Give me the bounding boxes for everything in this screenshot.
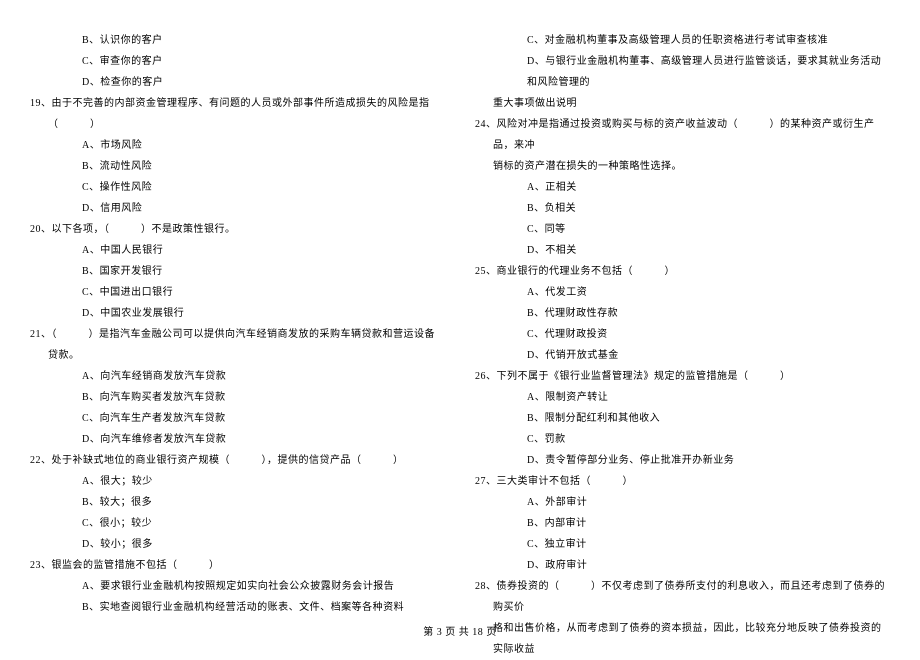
- q25-option-b: B、代理财政性存款: [475, 303, 890, 324]
- q18-option-b: B、认识你的客户: [30, 30, 445, 51]
- q26-text: 26、下列不属于《银行业监督管理法》规定的监管措施是（ ）: [475, 366, 890, 387]
- q22-option-c: C、很小；较少: [30, 513, 445, 534]
- q24-option-d: D、不相关: [475, 240, 890, 261]
- left-column: B、认识你的客户 C、审查你的客户 D、检查你的客户 19、由于不完善的内部资金…: [30, 30, 445, 620]
- q27-option-b: B、内部审计: [475, 513, 890, 534]
- q25-text: 25、商业银行的代理业务不包括（ ）: [475, 261, 890, 282]
- q21-option-a: A、向汽车经销商发放汽车贷款: [30, 366, 445, 387]
- q22-option-d: D、较小；很多: [30, 534, 445, 555]
- q23-option-a: A、要求银行业金融机构按照规定如实向社会公众披露财务会计报告: [30, 576, 445, 597]
- q22-option-a: A、很大；较少: [30, 471, 445, 492]
- q19-option-c: C、操作性风险: [30, 177, 445, 198]
- page-footer: 第 3 页 共 18 页: [0, 623, 920, 638]
- q23-option-d: D、与银行业金融机构董事、高级管理人员进行监管谈话，要求其就业务活动和风险管理的: [475, 51, 890, 93]
- q24-text: 24、风险对冲是指通过投资或购买与标的资产收益波动（ ）的某种资产或衍生产品，来…: [475, 114, 890, 156]
- q22-text: 22、处于补缺式地位的商业银行资产规模（ ），提供的信贷产品（ ）: [30, 450, 445, 471]
- q18-option-d: D、检查你的客户: [30, 72, 445, 93]
- q27-option-d: D、政府审计: [475, 555, 890, 576]
- q27-option-c: C、独立审计: [475, 534, 890, 555]
- q23-text: 23、银监会的监管措施不包括（ ）: [30, 555, 445, 576]
- q20-option-d: D、中国农业发展银行: [30, 303, 445, 324]
- q23-option-b: B、实地查阅银行业金融机构经营活动的账表、文件、档案等各种资料: [30, 597, 445, 618]
- q23-option-c: C、对金融机构董事及高级管理人员的任职资格进行考试审查核准: [475, 30, 890, 51]
- q26-option-c: C、罚款: [475, 429, 890, 450]
- right-column: C、对金融机构董事及高级管理人员的任职资格进行考试审查核准 D、与银行业金融机构…: [475, 30, 890, 620]
- q25-option-d: D、代销开放式基金: [475, 345, 890, 366]
- q19-option-a: A、市场风险: [30, 135, 445, 156]
- q21-option-d: D、向汽车维修者发放汽车贷款: [30, 429, 445, 450]
- q24-cont: 销标的资产潜在损失的一种策略性选择。: [475, 156, 890, 177]
- q22-option-b: B、较大；很多: [30, 492, 445, 513]
- q19-option-d: D、信用风险: [30, 198, 445, 219]
- q26-option-d: D、责令暂停部分业务、停止批准开办新业务: [475, 450, 890, 471]
- q27-option-a: A、外部审计: [475, 492, 890, 513]
- q20-option-a: A、中国人民银行: [30, 240, 445, 261]
- q27-text: 27、三大类审计不包括（ ）: [475, 471, 890, 492]
- q20-option-b: B、国家开发银行: [30, 261, 445, 282]
- q24-option-a: A、正相关: [475, 177, 890, 198]
- q21-text: 21、（ ）是指汽车金融公司可以提供向汽车经销商发放的采购车辆贷款和营运设备贷款…: [30, 324, 445, 366]
- q26-option-a: A、限制资产转让: [475, 387, 890, 408]
- q28-text: 28、债券投资的（ ）不仅考虑到了债券所支付的利息收入，而且还考虑到了债券的购买…: [475, 576, 890, 618]
- q25-option-c: C、代理财政投资: [475, 324, 890, 345]
- q23-cont: 重大事项做出说明: [475, 93, 890, 114]
- q20-text: 20、以下各项，（ ）不是政策性银行。: [30, 219, 445, 240]
- q21-option-c: C、向汽车生产者发放汽车贷款: [30, 408, 445, 429]
- q26-option-b: B、限制分配红利和其他收入: [475, 408, 890, 429]
- q18-option-c: C、审查你的客户: [30, 51, 445, 72]
- q24-option-c: C、同等: [475, 219, 890, 240]
- q20-option-c: C、中国进出口银行: [30, 282, 445, 303]
- q19-text: 19、由于不完善的内部资金管理程序、有问题的人员或外部事件所造成损失的风险是指（…: [30, 93, 445, 135]
- q21-option-b: B、向汽车购买者发放汽车贷款: [30, 387, 445, 408]
- q25-option-a: A、代发工资: [475, 282, 890, 303]
- q19-option-b: B、流动性风险: [30, 156, 445, 177]
- q24-option-b: B、负相关: [475, 198, 890, 219]
